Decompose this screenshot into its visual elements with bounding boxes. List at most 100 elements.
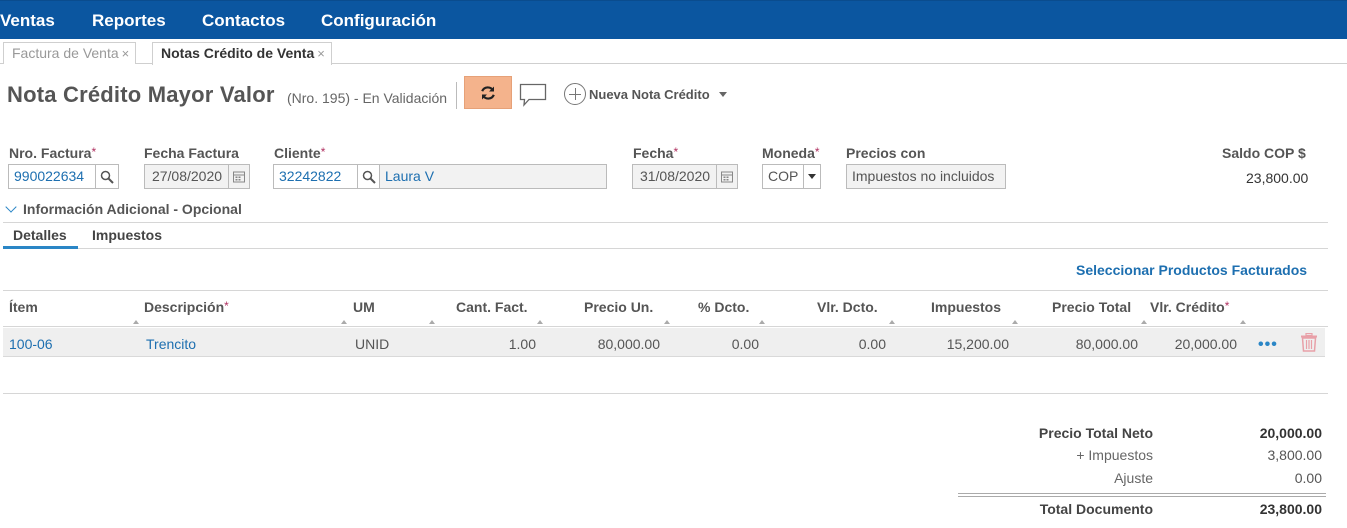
new-credit-note-label: Nueva Nota Crédito bbox=[589, 86, 710, 102]
caret-down-icon[interactable] bbox=[718, 91, 727, 97]
column-header-item[interactable]: Ítem bbox=[9, 299, 38, 315]
trash-icon bbox=[1301, 332, 1317, 352]
total-neto-label: Precio Total Neto bbox=[1038, 425, 1153, 441]
cell-precio-total: 80,000.00 bbox=[1075, 336, 1138, 352]
calendar-button[interactable] bbox=[716, 164, 738, 189]
nro-factura-input[interactable]: 990022634 bbox=[8, 164, 96, 189]
tab-label: Notas Crédito de Venta bbox=[161, 45, 315, 61]
cell-item[interactable]: 100-06 bbox=[9, 336, 53, 352]
calendar-icon bbox=[233, 171, 245, 182]
saldo-value: 23,800.00 bbox=[1246, 170, 1309, 186]
totals-divider bbox=[958, 493, 1326, 494]
page-title: Nota Crédito Mayor Valor bbox=[7, 82, 275, 107]
select-invoiced-products-link[interactable]: Seleccionar Productos Facturados bbox=[1076, 262, 1307, 278]
column-header-cant-fact[interactable]: Cant. Fact. bbox=[456, 299, 528, 315]
column-header-vlr-dcto[interactable]: Vlr. Dcto. bbox=[817, 299, 878, 315]
cell-um: UNID bbox=[355, 336, 390, 352]
column-header-um[interactable]: UM bbox=[353, 299, 375, 315]
ajuste-label: Ajuste bbox=[1114, 470, 1153, 486]
moneda-label: Moneda* bbox=[762, 145, 820, 161]
cell-vlr-credito[interactable]: 20,000.00 bbox=[1137, 336, 1237, 352]
search-icon bbox=[362, 170, 376, 184]
cell-impuestos: 15,200.00 bbox=[946, 336, 1009, 352]
totals-divider bbox=[958, 496, 1326, 497]
plus-circle-icon bbox=[564, 83, 586, 105]
nav-configuracion[interactable]: Configuración bbox=[321, 11, 436, 31]
divider bbox=[3, 326, 1328, 327]
tab-impuestos[interactable]: Impuestos bbox=[92, 227, 162, 243]
total-documento-value: 23,800.00 bbox=[1259, 501, 1322, 517]
sort-icon[interactable] bbox=[429, 320, 435, 324]
search-icon bbox=[100, 170, 114, 184]
additional-info-label: Información Adicional - Opcional bbox=[23, 201, 242, 217]
document-status: (Nro. 195) - En Validación bbox=[287, 90, 448, 106]
refresh-button[interactable] bbox=[464, 76, 512, 109]
caret-down-icon bbox=[808, 173, 816, 179]
column-header-dcto-pct[interactable]: % Dcto. bbox=[698, 299, 749, 315]
additional-info-toggle[interactable]: Información Adicional - Opcional bbox=[5, 201, 242, 217]
nro-factura-label: Nro. Factura* bbox=[9, 145, 97, 161]
ajuste-value: 0.00 bbox=[1294, 470, 1322, 486]
cliente-label: Cliente* bbox=[274, 145, 326, 161]
sort-icon[interactable] bbox=[341, 320, 347, 324]
divider bbox=[78, 248, 1328, 249]
comment-icon bbox=[519, 83, 547, 107]
precios-con-label: Precios con bbox=[846, 145, 926, 161]
precios-con-field: Impuestos no incluidos bbox=[846, 164, 1006, 189]
impuestos-total-value: 3,800.00 bbox=[1267, 447, 1323, 463]
sort-icon[interactable] bbox=[133, 320, 139, 324]
moneda-dropdown-button[interactable] bbox=[803, 164, 821, 189]
column-header-impuestos[interactable]: Impuestos bbox=[931, 299, 1001, 315]
nav-reportes[interactable]: Reportes bbox=[92, 11, 166, 31]
new-credit-note-button[interactable]: Nueva Nota Crédito bbox=[564, 83, 727, 105]
nav-ventas[interactable]: Ventas bbox=[0, 11, 55, 31]
calendar-button bbox=[228, 164, 250, 189]
calendar-icon bbox=[721, 171, 733, 182]
sort-icon[interactable] bbox=[664, 320, 670, 324]
total-documento-label: Total Documento bbox=[1039, 501, 1153, 517]
tab-factura-de-venta[interactable]: Factura de Venta × bbox=[3, 42, 137, 64]
more-options-icon[interactable]: ••• bbox=[1258, 336, 1278, 354]
divider bbox=[3, 290, 1328, 291]
close-icon[interactable]: × bbox=[317, 46, 325, 61]
moneda-select[interactable]: COP bbox=[762, 164, 804, 189]
cell-precio-un: 80,000.00 bbox=[597, 336, 660, 352]
search-button[interactable] bbox=[95, 164, 119, 189]
tab-detalles[interactable]: Detalles bbox=[13, 227, 67, 243]
top-nav: Ventas Reportes Contactos Configuración bbox=[0, 0, 1347, 39]
divider bbox=[3, 393, 1328, 394]
fecha-input[interactable]: 31/08/2020 bbox=[632, 164, 718, 189]
nav-contactos[interactable]: Contactos bbox=[202, 11, 285, 31]
fecha-label: Fecha* bbox=[633, 145, 679, 161]
document-tabs: Factura de Venta × Notas Crédito de Venta… bbox=[0, 39, 1347, 65]
chevron-down-icon bbox=[5, 201, 17, 213]
fecha-factura-input: 27/08/2020 bbox=[144, 164, 230, 189]
column-header-precio-total[interactable]: Precio Total bbox=[1052, 299, 1131, 315]
tab-notas-credito[interactable]: Notas Crédito de Venta × bbox=[152, 42, 332, 65]
cell-cant-fact: 1.00 bbox=[508, 336, 536, 352]
cliente-name-field: Laura V bbox=[379, 164, 607, 189]
tab-label: Factura de Venta bbox=[12, 45, 119, 61]
cell-descripcion[interactable]: Trencito bbox=[146, 336, 196, 352]
total-neto-value: 20,000.00 bbox=[1259, 425, 1322, 441]
close-icon[interactable]: × bbox=[122, 46, 130, 61]
cliente-search-button[interactable] bbox=[357, 164, 380, 189]
column-header-descripcion[interactable]: Descripción* bbox=[144, 299, 229, 315]
active-tab-indicator bbox=[3, 246, 78, 249]
sort-icon[interactable] bbox=[1141, 320, 1147, 324]
column-header-vlr-credito[interactable]: Vlr. Crédito* bbox=[1150, 299, 1229, 315]
divider bbox=[456, 82, 457, 109]
sort-icon[interactable] bbox=[1012, 320, 1018, 324]
column-header-precio-un[interactable]: Precio Un. bbox=[584, 299, 653, 315]
sort-icon[interactable] bbox=[889, 320, 895, 324]
cliente-id-input[interactable]: 32242822 bbox=[273, 164, 359, 189]
impuestos-total-label: + Impuestos bbox=[1076, 447, 1153, 463]
sort-icon[interactable] bbox=[1240, 320, 1246, 324]
refresh-icon bbox=[481, 85, 495, 100]
sort-icon[interactable] bbox=[759, 320, 765, 324]
cell-vlr-dcto: 0.00 bbox=[858, 336, 886, 352]
comment-button[interactable] bbox=[519, 83, 547, 107]
divider bbox=[3, 222, 1328, 223]
delete-row-button[interactable] bbox=[1300, 332, 1318, 355]
sort-icon[interactable] bbox=[537, 320, 543, 324]
